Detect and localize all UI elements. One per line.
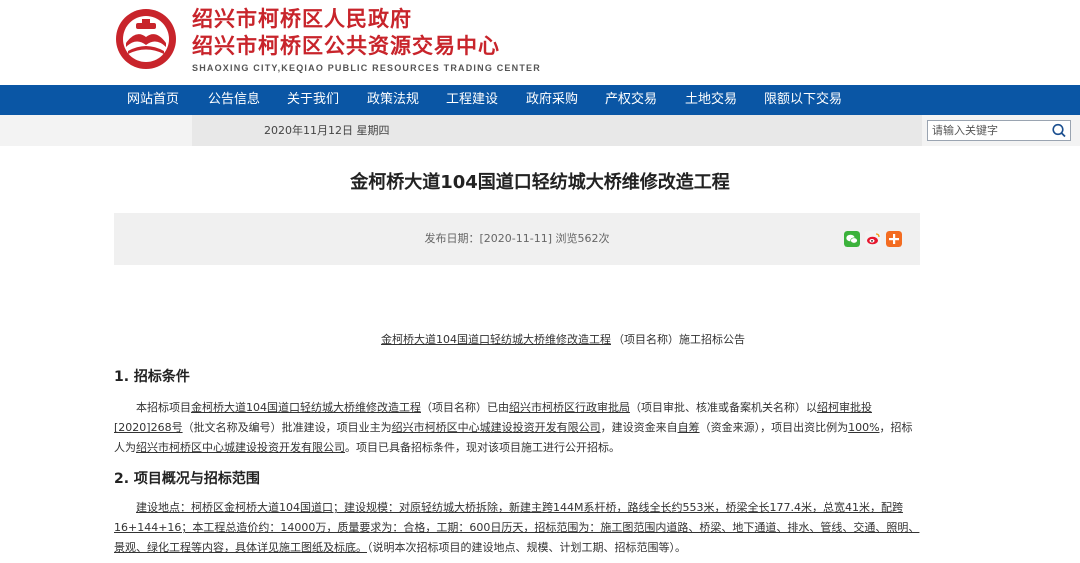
nav-policies[interactable]: 政策法规 bbox=[367, 85, 419, 115]
article-title: 金柯桥大道104国道口轻纺城大桥维修改造工程 bbox=[350, 172, 730, 193]
site-title-secondary: 绍兴市柯桥区公共资源交易中心 bbox=[192, 34, 500, 58]
article-content: 金柯桥大道104国道口轻纺城大桥维修改造工程 （项目名称）施工招标公告 1. 招标… bbox=[114, 332, 920, 558]
p1-investment-ratio: 100% bbox=[848, 421, 880, 434]
nav-about-us[interactable]: 关于我们 bbox=[287, 85, 339, 115]
p1-text: ，建设资金来自 bbox=[600, 421, 678, 434]
p1-text: 。项目已具备招标条件，现对该项目施工进行公开招标。 bbox=[345, 441, 620, 454]
notice-title: 金柯桥大道104国道口轻纺城大桥维修改造工程 （项目名称）施工招标公告 bbox=[114, 332, 920, 348]
nav-announcements[interactable]: 公告信息 bbox=[208, 85, 260, 115]
nav-engineering[interactable]: 工程建设 bbox=[446, 85, 498, 115]
main-navigation: 网站首页 公告信息 关于我们 政策法规 工程建设 政府采购 产权交易 土地交易 … bbox=[0, 85, 1080, 115]
p1-text: （项目审批、核准或备案机关名称）以 bbox=[630, 401, 817, 414]
publish-info: 发布日期：[2020-11-11] 浏览562次 bbox=[424, 232, 610, 245]
bidding-conditions-paragraph: 本招标项目金柯桥大道104国道口轻纺城大桥维修改造工程（项目名称）已由绍兴市柯桥… bbox=[114, 398, 920, 458]
p1-text: （批文名称及编号）批准建设，项目业主为 bbox=[182, 421, 392, 434]
p1-tenderer: 绍兴市柯桥区中心城建设投资开发有限公司 bbox=[136, 441, 345, 454]
site-title-primary: 绍兴市柯桥区人民政府 bbox=[192, 7, 412, 31]
more-share-icon[interactable] bbox=[886, 231, 902, 247]
search-icon[interactable] bbox=[1050, 122, 1068, 139]
search-input[interactable] bbox=[928, 121, 1046, 140]
p1-project-name: 金柯桥大道104国道口轻纺城大桥维修改造工程 bbox=[191, 401, 421, 414]
p1-text: （项目名称）已由 bbox=[421, 401, 509, 414]
search-box bbox=[927, 120, 1071, 141]
site-subtitle-english: SHAOXING CITY,KEQIAO PUBLIC RESOURCES TR… bbox=[192, 63, 541, 73]
date-bar: 2020年11月12日 星期四 bbox=[0, 115, 1080, 146]
current-date: 2020年11月12日 星期四 bbox=[264, 124, 390, 137]
article-meta-box: 发布日期：[2020-11-11] 浏览562次 bbox=[114, 213, 920, 265]
notice-project-name: 金柯桥大道104国道口轻纺城大桥维修改造工程 bbox=[381, 333, 611, 346]
nav-home[interactable]: 网站首页 bbox=[127, 85, 179, 115]
p2-note: （说明本次招标项目的建设地点、规模、计划工期、招标范围等）。 bbox=[367, 541, 686, 554]
nav-government-procurement[interactable]: 政府采购 bbox=[526, 85, 578, 115]
p1-approval-authority: 绍兴市柯桥区行政审批局 bbox=[509, 401, 630, 414]
nav-land-trading[interactable]: 土地交易 bbox=[685, 85, 737, 115]
p1-text: （资金来源），项目出资比例为 bbox=[699, 421, 849, 434]
p1-fund-source: 自筹 bbox=[677, 421, 700, 434]
weibo-icon[interactable] bbox=[865, 231, 881, 247]
nav-property-trading[interactable]: 产权交易 bbox=[605, 85, 657, 115]
section-heading-project-overview: 2. 项目概况与招标范围 bbox=[114, 471, 260, 487]
nav-below-limit-trading[interactable]: 限额以下交易 bbox=[764, 85, 842, 115]
p1-project-owner: 绍兴市柯桥区中心城建设投资开发有限公司 bbox=[391, 421, 601, 434]
section-heading-bidding-conditions: 1. 招标条件 bbox=[114, 369, 190, 385]
project-overview-paragraph: 建设地点：柯桥区金柯桥大道104国道口；建设规模：对原轻纺城大桥拆除，新建主跨1… bbox=[114, 498, 920, 558]
p1-text: 本招标项目 bbox=[136, 401, 191, 414]
government-emblem-logo bbox=[116, 9, 176, 69]
site-header: 绍兴市柯桥区人民政府 绍兴市柯桥区公共资源交易中心 SHAOXING CITY,… bbox=[0, 0, 1080, 85]
wechat-icon[interactable] bbox=[844, 231, 860, 247]
notice-title-suffix: （项目名称）施工招标公告 bbox=[613, 333, 745, 346]
